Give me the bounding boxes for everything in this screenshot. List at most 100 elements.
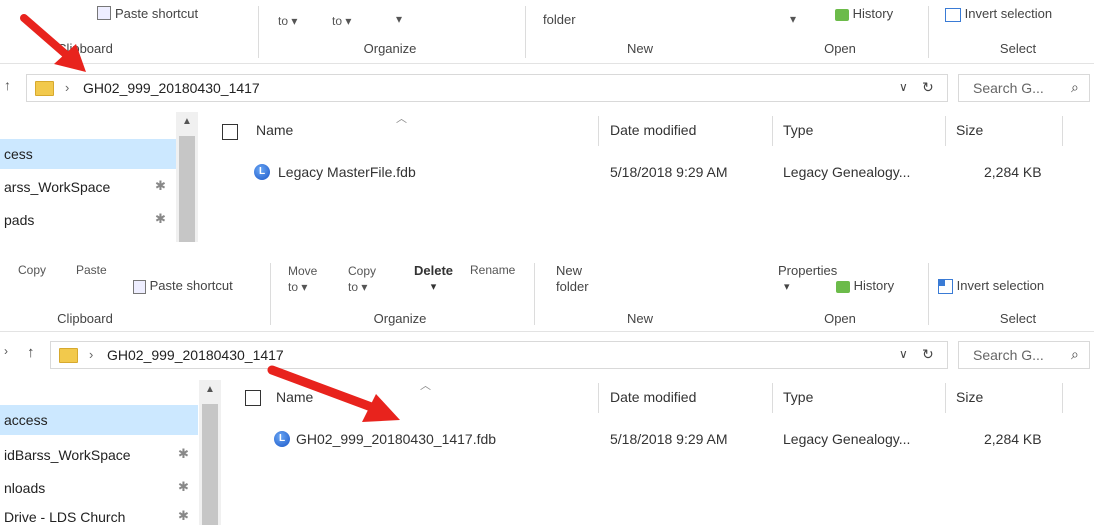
search-box[interactable]: Search G... ⌕ — [958, 74, 1090, 102]
file-date-modified: 5/18/2018 9:29 AM — [610, 164, 728, 180]
copy-to-button[interactable]: Copy to ▾ — [348, 263, 376, 295]
column-header-type[interactable]: Type — [783, 122, 813, 138]
nav-scrollbar[interactable]: ▲ — [199, 380, 221, 525]
new-folder-button[interactable]: folder — [543, 12, 576, 27]
search-box[interactable]: Search G... ⌕ — [958, 341, 1090, 369]
select-all-checkbox[interactable] — [222, 124, 238, 140]
column-header-date-modified[interactable]: Date modified — [610, 122, 696, 138]
group-label-open: Open — [824, 311, 856, 326]
scroll-up-icon[interactable]: ▲ — [205, 384, 215, 395]
file-row[interactable]: L GH02_999_20180430_1417.fdb 5/18/2018 9… — [268, 427, 1076, 453]
column-header-size[interactable]: Size — [956, 389, 983, 405]
scrollbar-thumb[interactable] — [202, 404, 218, 525]
column-divider — [945, 383, 946, 413]
forward-arrow-icon[interactable]: › — [4, 344, 8, 358]
paste-button[interactable]: Paste — [76, 263, 107, 277]
group-label-clipboard: Clipboard — [57, 311, 113, 326]
column-header-size[interactable]: Size — [956, 122, 983, 138]
column-header-name[interactable]: Name — [256, 122, 293, 138]
move-to-button[interactable]: to ▾ — [278, 14, 297, 28]
breadcrumb-chevron-icon: › — [65, 80, 70, 95]
nav-scrollbar[interactable]: ▲ — [176, 112, 198, 242]
scroll-up-icon[interactable]: ▲ — [182, 116, 192, 127]
paste-shortcut-button[interactable]: Paste shortcut — [133, 278, 233, 294]
ribbon-bottom-border — [0, 331, 1094, 332]
group-label-open: Open — [824, 41, 856, 56]
arrow-shaft — [20, 14, 74, 62]
address-history-chevron-icon[interactable]: ∨ — [899, 347, 908, 361]
file-size: 2,284 KB — [984, 164, 1042, 180]
pin-icon: ✱ — [178, 479, 189, 494]
column-divider — [598, 116, 599, 146]
refresh-icon[interactable]: ↻ — [922, 346, 934, 363]
nav-item-onedrive[interactable]: Drive - LDS Church ✱ — [0, 505, 198, 525]
delete-dropdown[interactable]: ▾ — [396, 12, 402, 26]
sort-ascending-icon: ︿ — [420, 380, 431, 392]
file-type: Legacy Genealogy... — [783, 164, 911, 180]
move-to-button[interactable]: Move to ▾ — [288, 263, 317, 295]
ribbon-separator — [525, 6, 526, 58]
database-file-icon: L — [274, 431, 290, 447]
breadcrumb-path[interactable]: GH02_999_20180430_1417 — [83, 80, 260, 96]
up-arrow-icon[interactable]: ↑ — [27, 344, 35, 361]
breadcrumb-chevron-icon: › — [89, 347, 94, 362]
column-header-date-modified[interactable]: Date modified — [610, 389, 696, 405]
ribbon-separator — [258, 6, 259, 58]
invert-selection-button[interactable]: Invert selection — [938, 278, 1044, 295]
rename-button[interactable]: Rename — [470, 263, 515, 277]
invert-selection-icon — [938, 279, 953, 295]
copy-button[interactable]: Copy — [18, 263, 46, 277]
search-icon[interactable]: ⌕ — [1071, 346, 1079, 363]
history-icon — [836, 280, 850, 293]
history-button[interactable]: History — [836, 278, 894, 293]
column-divider — [772, 383, 773, 413]
breadcrumb-path[interactable]: GH02_999_20180430_1417 — [107, 347, 284, 363]
nav-item-downloads[interactable]: pads ✱ — [0, 205, 176, 235]
screenshot-gap — [0, 244, 1094, 262]
file-row[interactable]: L Legacy MasterFile.fdb 5/18/2018 9:29 A… — [246, 160, 1076, 186]
group-label-new: New — [626, 41, 653, 56]
search-input[interactable]: Search G... — [973, 347, 1044, 363]
history-button[interactable]: History — [835, 6, 893, 21]
search-input[interactable]: Search G... — [973, 80, 1044, 96]
nav-item-quick-access[interactable]: access — [0, 405, 198, 435]
address-history-chevron-icon[interactable]: ∨ — [899, 80, 908, 94]
history-icon — [835, 8, 849, 21]
pin-icon: ✱ — [155, 178, 166, 193]
select-all-checkbox[interactable] — [245, 390, 261, 406]
column-divider — [598, 383, 599, 413]
column-divider — [1062, 383, 1063, 413]
nav-item-workspace[interactable]: idBarss_WorkSpace ✱ — [0, 440, 198, 470]
new-folder-button[interactable]: New folder — [556, 263, 589, 295]
scrollbar-thumb[interactable] — [179, 136, 195, 242]
delete-button[interactable]: Delete ▾ — [414, 263, 453, 295]
pin-icon: ✱ — [178, 446, 189, 461]
properties-dropdown[interactable]: ▾ — [790, 12, 796, 26]
database-file-icon: L — [254, 164, 270, 180]
address-bar[interactable]: › GH02_999_20180430_1417 ∨ ↻ — [26, 74, 948, 102]
column-header-type[interactable]: Type — [783, 389, 813, 405]
nav-item-workspace[interactable]: arss_WorkSpace ✱ — [0, 172, 176, 202]
file-date-modified: 5/18/2018 9:29 AM — [610, 431, 728, 447]
nav-item-quick-access[interactable]: cess — [0, 139, 176, 169]
file-type: Legacy Genealogy... — [783, 431, 911, 447]
properties-button[interactable]: Properties ▾ — [778, 263, 837, 295]
sort-ascending-icon: ︿ — [396, 113, 407, 125]
address-bar[interactable]: › GH02_999_20180430_1417 ∨ ↻ — [50, 341, 948, 369]
ribbon-separator — [928, 263, 929, 325]
search-icon[interactable]: ⌕ — [1071, 79, 1079, 96]
invert-selection-button[interactable]: Invert selection — [945, 6, 1052, 22]
ribbon-separator — [534, 263, 535, 325]
up-arrow-icon[interactable]: ↑ — [4, 77, 11, 93]
red-arrow-icon — [20, 14, 86, 72]
group-label-organize: Organize — [373, 311, 427, 326]
red-arrow-icon — [267, 365, 400, 422]
copy-to-button[interactable]: to ▾ — [332, 14, 351, 28]
pin-icon: ✱ — [155, 211, 166, 226]
nav-item-downloads[interactable]: nloads ✱ — [0, 473, 198, 503]
column-divider — [945, 116, 946, 146]
paste-shortcut-button[interactable]: Paste shortcut — [97, 6, 198, 21]
file-name: GH02_999_20180430_1417.fdb — [296, 431, 497, 447]
refresh-icon[interactable]: ↻ — [922, 79, 934, 96]
folder-icon — [59, 348, 78, 363]
